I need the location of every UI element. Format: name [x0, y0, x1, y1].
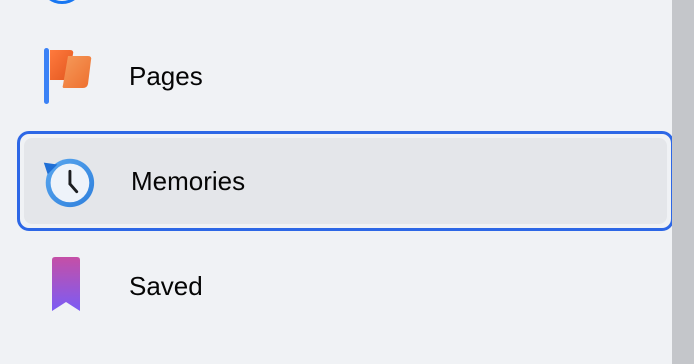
- clock-history-icon: [38, 151, 98, 211]
- sidebar-item-label: Pages: [129, 60, 203, 91]
- sidebar-item-highlight: Memories: [24, 138, 667, 224]
- sidebar-item-label: Memories: [131, 165, 246, 196]
- sidebar-item-saved[interactable]: Saved: [22, 240, 670, 332]
- scrollbar[interactable]: [672, 0, 694, 364]
- flag-icon: [36, 46, 96, 106]
- sidebar-item-pages[interactable]: Pages: [22, 30, 670, 122]
- partial-icon: [42, 0, 82, 4]
- sidebar-menu: Pages Memories Saved: [0, 0, 674, 364]
- scrollbar-thumb[interactable]: [672, 0, 694, 364]
- sidebar-item-label: Saved: [129, 270, 203, 301]
- sidebar-item-memories[interactable]: Memories: [17, 131, 674, 231]
- bookmark-icon: [36, 256, 96, 316]
